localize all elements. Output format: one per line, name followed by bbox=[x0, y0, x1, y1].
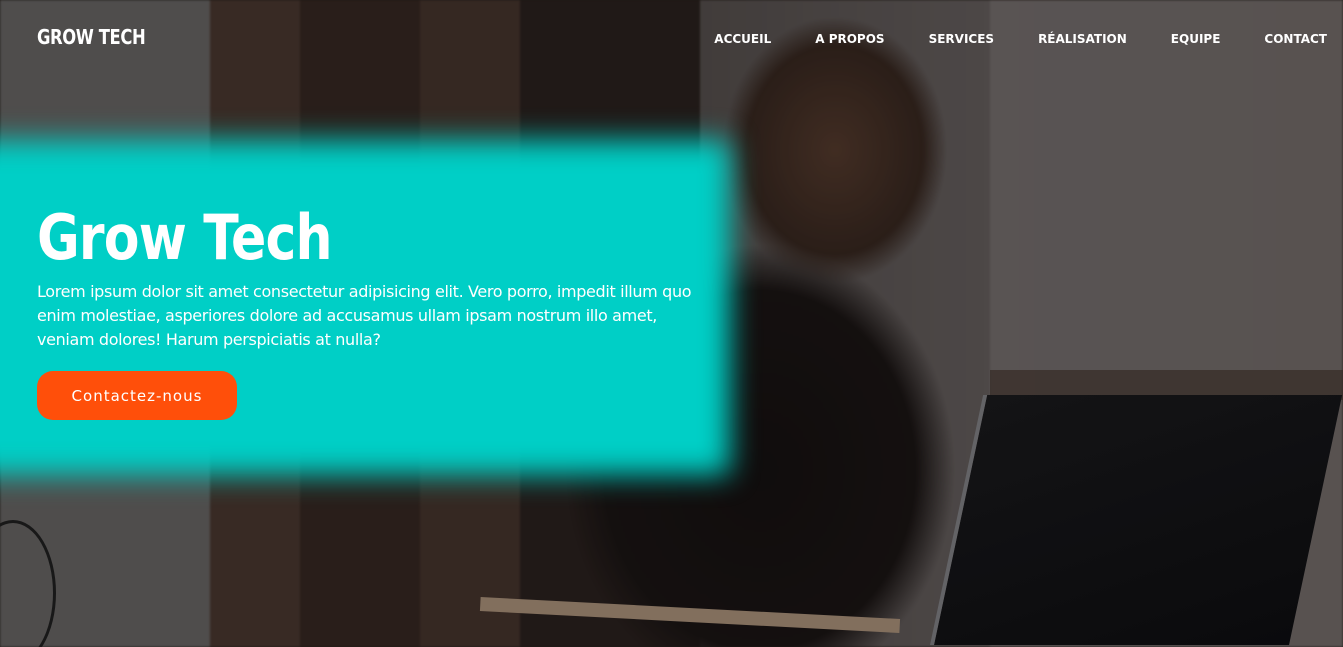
nav-item-contact[interactable]: CONTACT bbox=[1264, 32, 1327, 46]
navbar: GROW TECH ACCUEIL A PROPOS SERVICES RÉAL… bbox=[0, 0, 1343, 78]
nav-item-accueil[interactable]: ACCUEIL bbox=[714, 32, 771, 46]
hero-section: GROW TECH ACCUEIL A PROPOS SERVICES RÉAL… bbox=[0, 0, 1343, 647]
site-logo[interactable]: GROW TECH bbox=[37, 25, 146, 49]
hero-title: Grow Tech bbox=[37, 201, 333, 274]
hero-description: Lorem ipsum dolor sit amet consectetur a… bbox=[37, 282, 692, 349]
contact-button[interactable]: Contactez-nous bbox=[37, 371, 237, 420]
nav-menu: ACCUEIL A PROPOS SERVICES RÉALISATION EQ… bbox=[670, 32, 1327, 46]
nav-item-equipe[interactable]: EQUIPE bbox=[1171, 32, 1221, 46]
nav-item-services[interactable]: SERVICES bbox=[929, 32, 994, 46]
nav-item-realisation[interactable]: RÉALISATION bbox=[1038, 32, 1127, 46]
hero-content: Grow Tech Lorem ipsum dolor sit amet con… bbox=[37, 198, 697, 420]
nav-item-a-propos[interactable]: A PROPOS bbox=[815, 32, 884, 46]
